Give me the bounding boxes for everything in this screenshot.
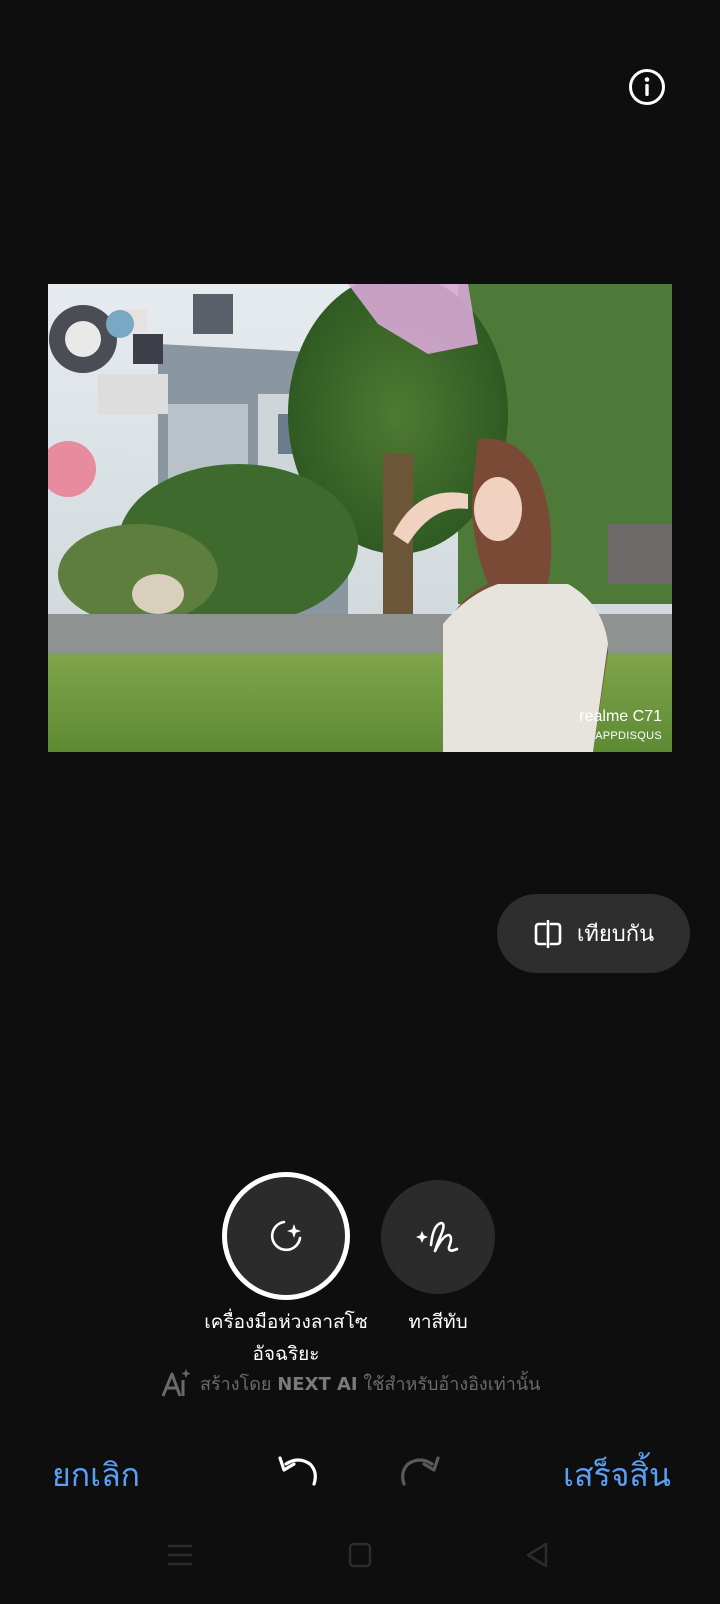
watermark-model: realme C71	[579, 708, 662, 725]
info-icon[interactable]	[628, 68, 666, 106]
smart-lasso-tool-label: เครื่องมือห่วงลาสโซอัจฉริยะ	[204, 1311, 368, 1365]
watermark-source: APPDISQUS	[595, 730, 662, 742]
compare-button[interactable]: เทียบกัน	[497, 894, 690, 973]
ai-notice-brand: NEXT AI	[277, 1373, 358, 1395]
smart-lasso-icon	[270, 1220, 302, 1252]
done-button[interactable]: เสร็จสิ้น	[563, 1450, 671, 1501]
compare-split-icon	[534, 919, 562, 948]
ai-notice: สร้างโดย NEXT AI ใช้สำหรับอ้างอิงเท่านั้…	[160, 1368, 580, 1398]
redo-icon	[401, 1456, 440, 1486]
compare-label: เทียบกัน	[576, 922, 655, 947]
paint-over-tool-button[interactable]	[381, 1180, 495, 1294]
photo-preview[interactable]: realme C71 APPDISQUS	[48, 284, 672, 752]
recent-apps-icon[interactable]	[166, 1542, 194, 1568]
sparkle-brush-icon	[416, 1221, 459, 1253]
photo-image	[48, 284, 672, 752]
home-icon[interactable]	[348, 1542, 372, 1568]
ai-notice-prefix: สร้างโดย	[200, 1373, 272, 1395]
paint-over-tool-label: ทาสีทับ	[408, 1311, 468, 1333]
undo-icon[interactable]	[276, 1452, 320, 1492]
ai-sparkle-icon	[161, 1369, 191, 1397]
smart-lasso-tool-button[interactable]	[222, 1172, 350, 1300]
cancel-button[interactable]: ยกเลิก	[52, 1450, 140, 1501]
ai-notice-suffix: ใช้สำหรับอ้างอิงเท่านั้น	[363, 1373, 541, 1395]
back-icon[interactable]	[524, 1541, 552, 1569]
